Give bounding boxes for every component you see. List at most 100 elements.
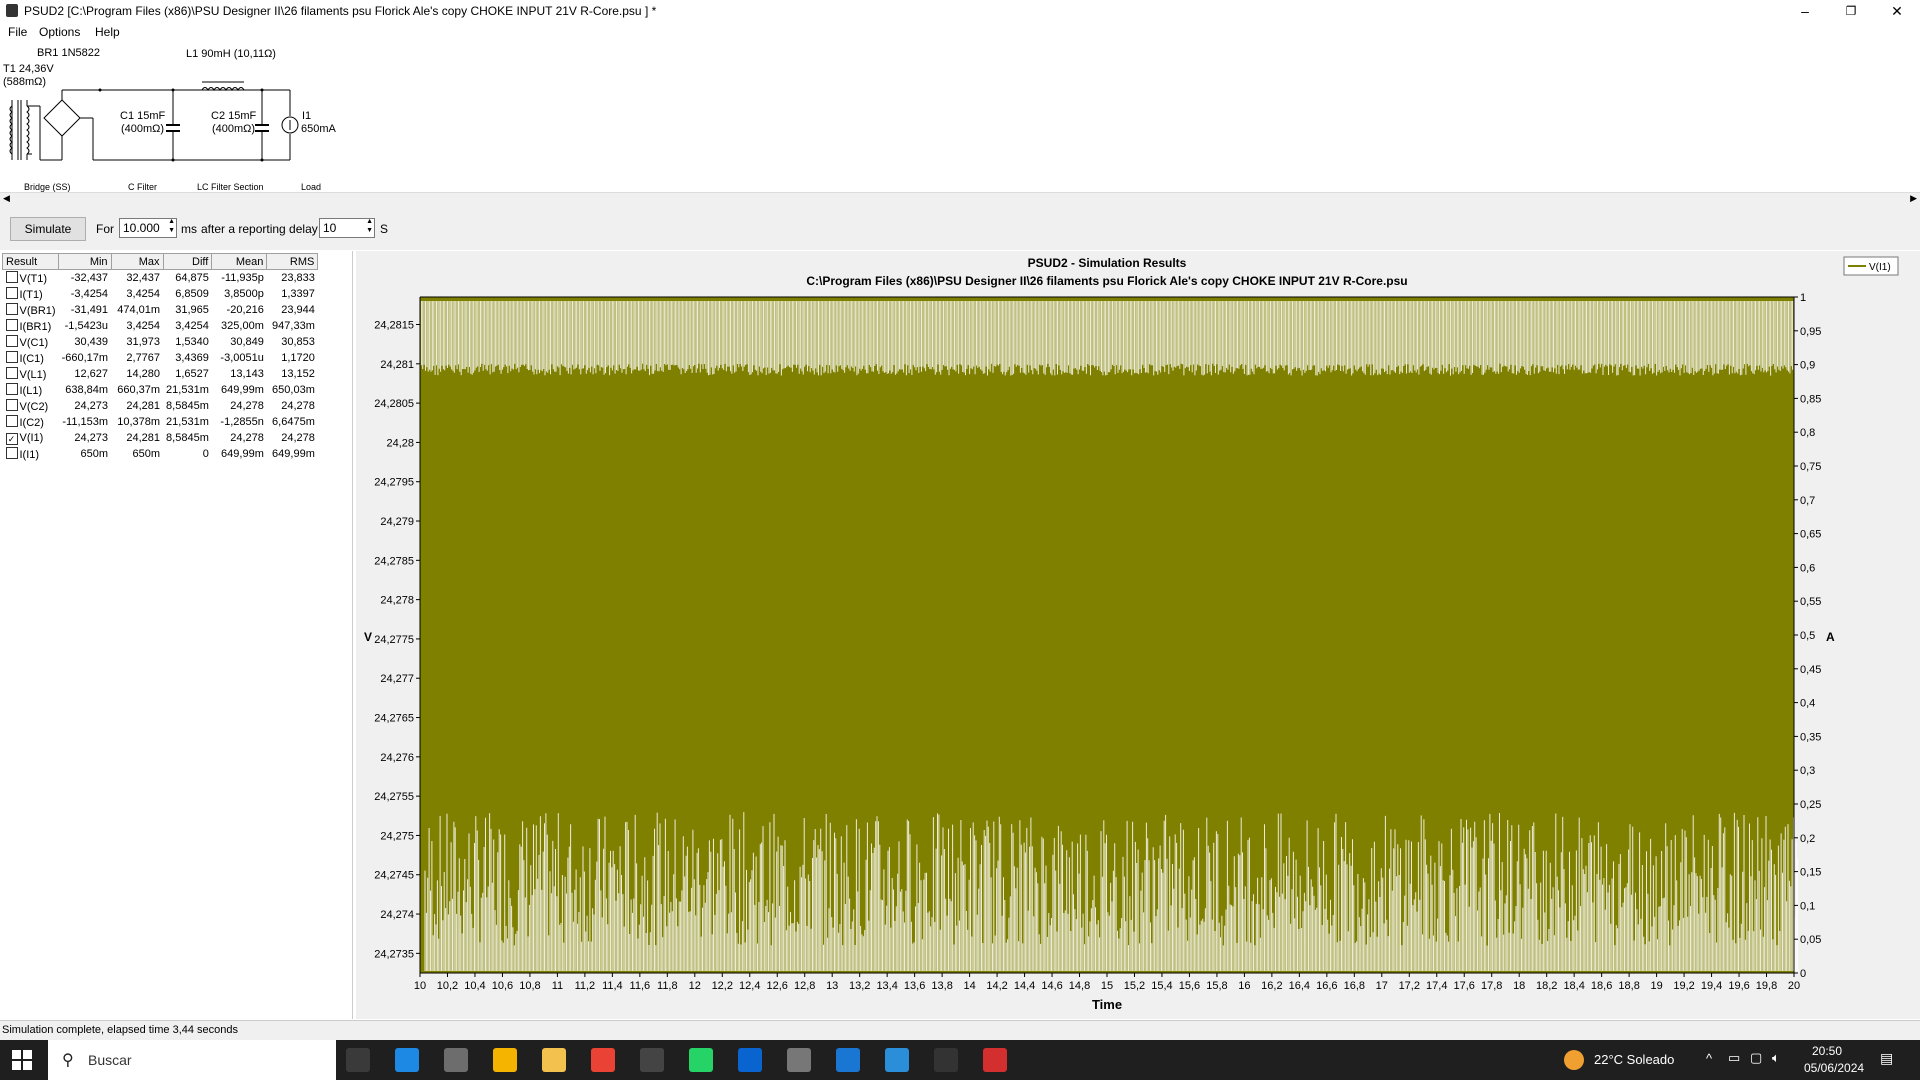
calculator-icon[interactable]	[836, 1048, 860, 1072]
settings-icon[interactable]	[787, 1048, 811, 1072]
x-tick-label: 15,6	[1179, 980, 1200, 992]
close-button[interactable]: ✕	[1874, 0, 1920, 22]
result-checkbox[interactable]	[5, 319, 18, 331]
title-bar: PSUD2 [C:\Program Files (x86)\PSU Design…	[0, 0, 1920, 22]
result-name-cell[interactable]: V(C2)	[3, 398, 59, 414]
menu-help[interactable]: Help	[95, 25, 120, 39]
result-name-cell[interactable]: I(L1)	[3, 382, 59, 398]
col-max[interactable]: Max	[110, 253, 164, 270]
result-name-cell[interactable]: V(L1)	[3, 366, 59, 382]
results-panel: Result Min Max Diff Mean RMS V(T1) -32,43…	[0, 251, 353, 1019]
result-checkbox[interactable]	[5, 271, 18, 283]
result-name: V(I1)	[19, 431, 44, 444]
result-checkbox[interactable]: ✓	[5, 432, 18, 445]
table-row[interactable]: I(C2) -11,153m 10,378m 21,531m -1,2855n 6,647…	[3, 414, 318, 430]
table-row[interactable]: V(C1) 30,439 31,973 1,5340 30,849 30,853	[3, 334, 318, 350]
result-name-cell[interactable]: I(I1)	[3, 446, 59, 462]
x-tick-label: 14,4	[1014, 980, 1035, 992]
result-min-cell: 24,273	[74, 432, 109, 444]
whatsapp-icon[interactable]	[689, 1048, 713, 1072]
psud2-icon[interactable]	[934, 1048, 958, 1072]
table-row[interactable]: I(T1) -3,4254 3,4254 6,8509 3,8500p 1,3397	[3, 286, 318, 302]
result-checkbox[interactable]	[5, 303, 18, 315]
table-row[interactable]: I(L1) 638,84m 660,37m 21,531m 649,99m 650,03m	[3, 382, 318, 398]
volume-icon[interactable]: 🔈︎	[1772, 1050, 1780, 1066]
table-row[interactable]: ✓ V(I1) 24,273 24,281 8,5845m 24,278 24,278	[3, 430, 318, 446]
duration-spinbox[interactable]: 10.000 ▲ ▼	[119, 218, 177, 238]
col-result[interactable]: Result	[1, 253, 60, 270]
y-right-tick-label: 0,65	[1800, 529, 1821, 541]
table-row[interactable]: V(L1) 12,627 14,280 1,6527 13,143 13,152	[3, 366, 318, 382]
outlook-icon[interactable]	[738, 1048, 762, 1072]
result-min-cell: -11,153m	[62, 416, 109, 428]
x-tick-label: 17,4	[1426, 980, 1447, 992]
table-row[interactable]: V(T1) -32,437 32,437 64,875 -11,935p 23,833	[3, 270, 318, 287]
result-name-cell[interactable]: ✓ V(I1)	[3, 430, 59, 446]
delay-spin-arrows-icon[interactable]: ▲ ▼	[366, 217, 373, 235]
delay-spinbox[interactable]: 10 ▲ ▼	[319, 218, 375, 238]
menu-file[interactable]: File	[8, 25, 27, 39]
result-mean-cell: 325,00m	[221, 320, 264, 332]
x-tick-label: 20	[1788, 980, 1800, 992]
scroll-left-icon[interactable]: ◀	[3, 193, 10, 204]
weather-text[interactable]: 22°C Soleado	[1594, 1052, 1674, 1067]
simulation-chart[interactable]: PSUD2 - Simulation Results C:\Program Fil…	[356, 251, 1920, 1019]
result-checkbox[interactable]	[5, 287, 18, 299]
result-name-cell[interactable]: I(T1)	[3, 286, 59, 302]
col-min[interactable]: Min	[58, 253, 112, 270]
paint-icon[interactable]	[885, 1048, 909, 1072]
col-diff[interactable]: Diff	[162, 253, 213, 270]
schematic-scrollbar[interactable]: ◀ ▶	[0, 192, 1920, 207]
table-row[interactable]: V(BR1) -31,491 474,01m 31,965 -20,216 23,944	[3, 302, 318, 318]
maximize-button[interactable]: ❐	[1828, 0, 1874, 22]
notifications-icon[interactable]: ▤	[1880, 1050, 1893, 1067]
table-row[interactable]: I(BR1) -1,5423u 3,4254 3,4254 325,00m 947,33m	[3, 318, 318, 334]
mail-icon[interactable]	[444, 1048, 468, 1072]
result-checkbox[interactable]	[5, 335, 18, 347]
spin-arrows-icon[interactable]: ▲ ▼	[168, 217, 175, 235]
y-right-tick-label: 0,05	[1800, 934, 1821, 946]
result-name-cell[interactable]: I(C1)	[3, 350, 59, 366]
result-name-cell[interactable]: I(C2)	[3, 414, 59, 430]
file-explorer-icon[interactable]	[542, 1048, 566, 1072]
menu-options[interactable]: Options	[39, 25, 80, 39]
search-box[interactable]: ⚲ Buscar	[48, 1040, 336, 1080]
y-left-tick-label: 24,2745	[374, 870, 414, 882]
col-mean[interactable]: Mean	[211, 253, 268, 270]
simulate-button[interactable]: Simulate	[10, 217, 86, 241]
acrobat-icon[interactable]	[983, 1048, 1007, 1072]
result-checkbox[interactable]	[5, 399, 18, 411]
chrome-icon[interactable]	[591, 1048, 615, 1072]
network-icon[interactable]: ▭	[1728, 1050, 1740, 1066]
caption-bridge: Bridge (SS)	[24, 182, 71, 192]
result-name-cell[interactable]: V(BR1)	[3, 302, 59, 318]
result-checkbox[interactable]	[5, 367, 18, 379]
col-rms[interactable]: RMS	[266, 253, 319, 270]
clock-date[interactable]: 05/06/2024	[1804, 1061, 1864, 1075]
result-checkbox[interactable]	[5, 383, 18, 395]
minimize-button[interactable]: –	[1782, 0, 1828, 22]
table-row[interactable]: V(C2) 24,273 24,281 8,5845m 24,278 24,278	[3, 398, 318, 414]
table-row[interactable]: I(I1) 650m 650m 0 649,99m 649,99m	[3, 446, 318, 462]
windows-start-icon[interactable]	[12, 1050, 32, 1070]
result-name-cell[interactable]: V(C1)	[3, 334, 59, 350]
result-name-cell[interactable]: I(BR1)	[3, 318, 59, 334]
weather-icon[interactable]	[1564, 1050, 1584, 1070]
result-checkbox[interactable]	[5, 447, 18, 459]
result-checkbox[interactable]	[5, 351, 18, 363]
x-tick-label: 13,8	[931, 980, 952, 992]
y-right-tick-label: 0,5	[1800, 630, 1815, 642]
task-view-icon[interactable]	[346, 1048, 370, 1072]
scroll-right-icon[interactable]: ▶	[1910, 193, 1917, 204]
result-diff-cell: 3,4254	[175, 320, 209, 332]
clock-time[interactable]: 20:50	[1812, 1044, 1842, 1058]
result-name-cell[interactable]: V(T1)	[3, 270, 59, 287]
store-icon[interactable]	[395, 1048, 419, 1072]
tray-chevron-icon[interactable]: ^	[1706, 1051, 1712, 1066]
current-source-symbol	[281, 116, 299, 134]
7zip-icon[interactable]	[640, 1048, 664, 1072]
notes-icon[interactable]	[493, 1048, 517, 1072]
table-row[interactable]: I(C1) -660,17m 2,7767 3,4369 -3,0051u 1,1720	[3, 350, 318, 366]
display-icon[interactable]: ▢	[1750, 1050, 1762, 1066]
result-checkbox[interactable]	[5, 415, 18, 427]
